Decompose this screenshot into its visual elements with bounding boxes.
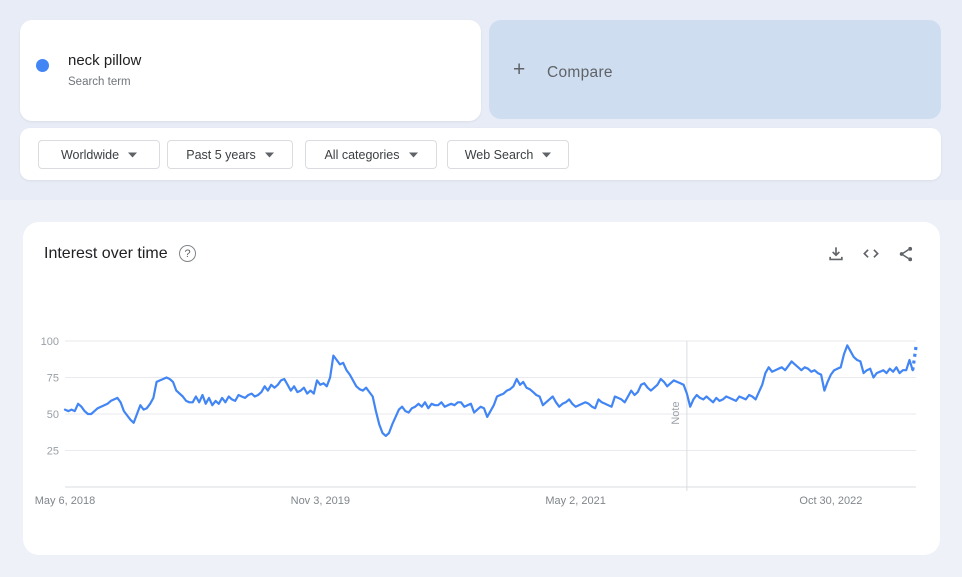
trend-line (65, 345, 913, 436)
embed-icon[interactable] (861, 244, 881, 264)
share-icon[interactable] (896, 244, 916, 264)
chevron-down-icon (409, 152, 418, 158)
y-axis-label: 75 (47, 373, 59, 385)
x-axis-label: May 2, 2021 (545, 495, 606, 507)
x-axis-label: May 6, 2018 (35, 495, 96, 507)
y-axis-label: 100 (41, 336, 59, 348)
y-axis-label: 50 (47, 409, 59, 421)
note-label: Note (670, 401, 682, 424)
filter-region-label: Worldwide (61, 148, 119, 162)
chart-actions (826, 244, 916, 264)
google-trends-explore-page: neck pillow Search term + Compare Worldw… (0, 0, 962, 577)
filter-search-type-dropdown[interactable]: Web Search (447, 140, 569, 169)
search-term-label: neck pillow (68, 52, 141, 69)
search-term-type: Search term (68, 76, 131, 88)
x-axis-label: Oct 30, 2022 (799, 495, 862, 507)
filter-bar: Worldwide Past 5 years All categories We… (20, 128, 941, 180)
filter-time-label: Past 5 years (186, 148, 255, 162)
chevron-down-icon (265, 152, 274, 158)
filter-category-dropdown[interactable]: All categories (305, 140, 437, 169)
add-comparison-button[interactable]: + Compare (489, 20, 941, 119)
filter-search-type-label: Web Search (465, 148, 534, 162)
plus-icon: + (513, 58, 525, 82)
interest-over-time-chart[interactable]: 25 50 75 100 May 6, 2018 Nov 3, 2019 May 2, 20… (23, 282, 940, 555)
chevron-down-icon (128, 152, 137, 158)
filter-category-label: All categories (324, 148, 399, 162)
interest-over-time-card: Interest over time ? (23, 222, 940, 555)
filter-time-dropdown[interactable]: Past 5 years (167, 140, 293, 169)
trend-line-partial (913, 347, 916, 370)
compare-label: Compare (547, 64, 613, 82)
chart-title: Interest over time (44, 245, 168, 263)
help-icon[interactable]: ? (179, 245, 196, 262)
chevron-down-icon (542, 152, 551, 158)
x-axis-label: Nov 3, 2019 (291, 495, 350, 507)
filter-region-dropdown[interactable]: Worldwide (38, 140, 160, 169)
download-icon[interactable] (826, 244, 846, 264)
y-axis-label: 25 (47, 446, 59, 458)
search-term-card[interactable]: neck pillow Search term (20, 20, 481, 121)
series-color-dot (36, 59, 49, 72)
